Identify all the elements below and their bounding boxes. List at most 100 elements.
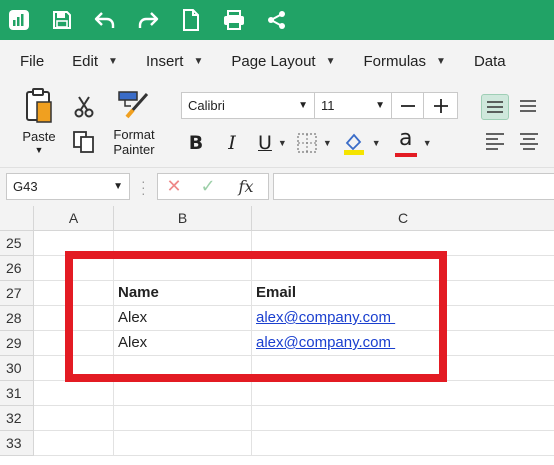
print-icon[interactable] [219, 5, 249, 35]
select-all-corner[interactable] [0, 206, 34, 231]
menu-label: Page Layout [231, 52, 316, 70]
increase-font-size-button[interactable] [424, 92, 458, 119]
menu-label: Edit [72, 52, 99, 70]
cell-c[interactable] [252, 356, 554, 381]
font-format-row: B I U ▼ ▼ ▼ a ▼ [184, 128, 432, 158]
formula-buttons: ✕ ✓ fx [157, 173, 269, 200]
row-header[interactable]: 31 [0, 381, 34, 406]
row-header[interactable]: 29 [0, 331, 34, 356]
undo-icon[interactable] [90, 5, 120, 35]
align-center-button[interactable] [517, 130, 541, 152]
column-header-a[interactable]: A [34, 206, 114, 231]
cell-b[interactable]: Alex [114, 331, 252, 356]
row-header[interactable]: 28 [0, 306, 34, 331]
formula-input[interactable] [273, 173, 554, 200]
cut-icon[interactable] [74, 96, 94, 123]
font-name-value: Calibri [188, 98, 225, 113]
align-middle-button[interactable] [515, 94, 543, 120]
chevron-down-icon: ▼ [113, 181, 123, 192]
app-logo-icon[interactable] [4, 5, 34, 35]
name-box[interactable]: G43 ▼ [6, 173, 130, 200]
underline-button[interactable]: U ▼ [258, 130, 287, 156]
redo-icon[interactable] [133, 5, 163, 35]
align-center-icon [520, 133, 538, 150]
cancel-icon[interactable]: ✕ [158, 176, 190, 197]
cell-b[interactable] [114, 431, 252, 456]
font-color-button[interactable]: a ▼ [394, 128, 432, 157]
menu-data[interactable]: Data [474, 53, 506, 70]
share-icon[interactable] [262, 5, 292, 35]
borders-button[interactable]: ▼ [297, 130, 332, 156]
cell-c[interactable] [252, 231, 554, 256]
cell-a[interactable] [34, 231, 114, 256]
align-left-button[interactable] [483, 130, 507, 152]
chevron-down-icon: ▼ [436, 55, 446, 67]
row-header[interactable]: 32 [0, 406, 34, 431]
bold-button[interactable]: B [184, 130, 208, 156]
cell-a[interactable] [34, 381, 114, 406]
copy-icon[interactable] [72, 130, 96, 159]
cell-c[interactable]: Email [252, 281, 554, 306]
chevron-down-icon: ▼ [193, 55, 204, 67]
cell-a[interactable] [34, 356, 114, 381]
drag-handle-icon[interactable]: · · · [141, 174, 146, 200]
align-top-icon [487, 101, 503, 113]
chevron-down-icon: ▼ [422, 138, 432, 148]
cell-b[interactable] [114, 381, 252, 406]
cell-a[interactable] [34, 431, 114, 456]
align-top-button[interactable] [481, 94, 509, 120]
cell-b[interactable] [114, 231, 252, 256]
chevron-down-icon: ▼ [371, 138, 381, 148]
cell-b[interactable] [114, 406, 252, 431]
menu-file[interactable]: File [20, 53, 44, 70]
cell-c[interactable]: alex@company.com [252, 306, 554, 331]
plus-icon [433, 98, 448, 113]
menu-bar: File Edit ▼ Insert ▼ Page Layout ▼ Formulas… [0, 40, 554, 82]
confirm-icon[interactable]: ✓ [190, 176, 226, 197]
title-bar [0, 0, 554, 40]
format-painter-icon [118, 91, 149, 119]
menu-insert[interactable]: Insert ▼ [146, 53, 203, 70]
insert-function-icon[interactable]: fx [226, 177, 266, 196]
cell-a[interactable] [34, 331, 114, 356]
decrease-font-size-button[interactable] [392, 92, 424, 119]
cell-b[interactable] [114, 356, 252, 381]
cell-b[interactable] [114, 256, 252, 281]
column-header-b[interactable]: B [114, 206, 252, 231]
cell-b[interactable]: Name [114, 281, 252, 306]
row-header[interactable]: 26 [0, 256, 34, 281]
format-painter-button[interactable]: Format Painter [108, 90, 160, 157]
menu-edit[interactable]: Edit ▼ [72, 53, 118, 70]
row-header[interactable]: 27 [0, 281, 34, 306]
column-header-row: A B C [0, 206, 554, 231]
font-size-select[interactable]: 11 ▼ [315, 92, 392, 119]
cell-c[interactable] [252, 406, 554, 431]
email-link[interactable]: alex@company.com [256, 309, 395, 326]
cell-a[interactable] [34, 281, 114, 306]
cell-b[interactable]: Alex [114, 306, 252, 331]
cell-c[interactable] [252, 431, 554, 456]
row-header[interactable]: 30 [0, 356, 34, 381]
new-document-icon[interactable] [176, 5, 206, 35]
column-header-c[interactable]: C [252, 206, 554, 231]
fill-color-button[interactable]: ▼ [342, 130, 381, 156]
chevron-down-icon: ▼ [322, 138, 332, 148]
save-icon[interactable] [47, 5, 77, 35]
row-header[interactable]: 33 [0, 431, 34, 456]
cell-a[interactable] [34, 306, 114, 331]
font-name-select[interactable]: Calibri ▼ [181, 92, 315, 119]
cell-c[interactable] [252, 381, 554, 406]
cell-a[interactable] [34, 256, 114, 281]
italic-button[interactable]: I [220, 130, 244, 156]
chevron-down-icon[interactable]: ▼ [18, 145, 60, 155]
cell-c[interactable]: alex@company.com [252, 331, 554, 356]
menu-page-layout[interactable]: Page Layout ▼ [231, 53, 335, 70]
cell-c[interactable] [252, 256, 554, 281]
cell-a[interactable] [34, 406, 114, 431]
chevron-down-icon: ▼ [108, 55, 118, 67]
menu-formulas[interactable]: Formulas ▼ [364, 53, 446, 70]
paste-button[interactable]: Paste ▼ [18, 88, 60, 155]
row-header[interactable]: 25 [0, 231, 34, 256]
email-link[interactable]: alex@company.com [256, 334, 395, 351]
align-left-icon [486, 133, 504, 150]
